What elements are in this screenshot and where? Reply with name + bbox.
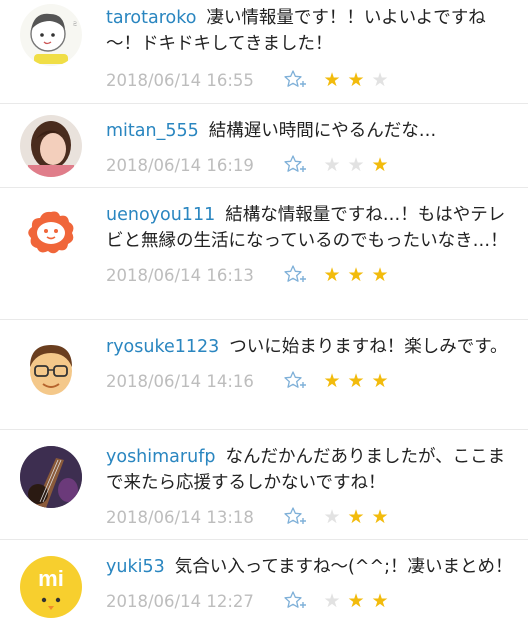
comment-item: mi yuki53 気合い入ってますね～(^^;！凄いまとめ！ 2018/06/1… [0,540,528,640]
star-icon: ★ [347,154,365,176]
username-link[interactable]: ryosuke1123 [106,337,219,357]
star-icon: ★ [323,264,341,286]
comment-date: 2018/06/14 12:27 [106,591,254,611]
username-link[interactable]: yoshimarufp [106,447,215,467]
username-link[interactable]: mitan_555 [106,121,199,141]
star-icon: ★ [323,590,341,612]
comment-meta: 2018/06/14 16:19 ★ ★ ★ [106,152,514,178]
rating-stars: ★ ★ ★ [320,69,392,91]
comment-meta: 2018/06/14 12:27 ★ ★ ★ [106,588,514,614]
comment-text: yoshimarufp なんだかんだありましたが、ここまで来たら応援するしかないで… [106,447,506,493]
cartoon-face-avatar[interactable]: ミ [20,4,82,66]
comment-item: mitan_555 結構遅い時間にやるんだな… 2018/06/14 16:19 … [0,104,528,188]
orange-face-avatar[interactable] [20,202,82,264]
star-plus-icon[interactable] [284,154,306,176]
star-icon: ★ [323,154,341,176]
photo-woman-avatar[interactable] [20,115,82,177]
comment-text: tarotaroko 凄い情報量です！！いよいよですね～！ドキドキしてきました！ [106,8,486,54]
comment-date: 2018/06/14 16:19 [106,155,254,175]
username-link[interactable]: tarotaroko [106,8,196,28]
star-icon: ★ [371,506,389,528]
svg-text:ミ: ミ [72,21,78,28]
comment-list: ミ tarotaroko 凄い情報量です！！いよいよですね～！ドキドキしてきました… [0,0,528,640]
comment-text: yuki53 気合い入ってますね～(^^;！凄いまとめ！ [106,557,513,577]
comment-date: 2018/06/14 14:16 [106,371,254,391]
comment-meta: 2018/06/14 16:13 ★ ★ ★ [106,262,514,288]
star-plus-icon[interactable] [284,506,306,528]
comment-item: yoshimarufp なんだかんだありましたが、ここまで来たら応援するしかないで… [0,430,528,540]
comment-meta: 2018/06/14 16:55 ★ ★ ★ [106,67,514,93]
star-icon: ★ [323,506,341,528]
rating-stars: ★ ★ ★ [320,506,392,528]
star-icon: ★ [371,264,389,286]
star-plus-icon[interactable] [284,69,306,91]
comment-text: ryosuke1123 ついに始まりますね！楽しみです。 [106,337,508,357]
star-icon: ★ [347,590,365,612]
comment-item: uenoyou111 結構な情報量ですね…！もはやテレビと無縁の生活になっているの… [0,188,528,320]
guitar-photo-avatar[interactable] [20,446,82,508]
star-plus-icon[interactable] [284,590,306,612]
comment-text: uenoyou111 結構な情報量ですね…！もはやテレビと無縁の生活になっているの… [106,205,508,251]
username-link[interactable]: yuki53 [106,557,165,577]
star-plus-icon[interactable] [284,264,306,286]
username-link[interactable]: uenoyou111 [106,205,215,225]
star-icon: ★ [323,69,341,91]
rating-stars: ★ ★ ★ [320,154,392,176]
comment-item: ミ tarotaroko 凄い情報量です！！いよいよですね～！ドキドキしてきました… [0,0,528,104]
comment-meta: 2018/06/14 14:16 ★ ★ ★ [106,368,514,394]
star-icon: ★ [371,370,389,392]
glasses-man-avatar[interactable] [20,337,82,399]
rating-stars: ★ ★ ★ [320,370,392,392]
star-icon: ★ [347,69,365,91]
svg-text:mi: mi [38,566,64,591]
comment-date: 2018/06/14 16:13 [106,265,254,285]
star-icon: ★ [371,590,389,612]
comment-text: mitan_555 結構遅い時間にやるんだな… [106,121,437,141]
star-icon: ★ [371,69,389,91]
comment-meta: 2018/06/14 13:18 ★ ★ ★ [106,504,514,530]
mi-logo-avatar[interactable]: mi [20,556,82,618]
rating-stars: ★ ★ ★ [320,590,392,612]
star-plus-icon[interactable] [284,370,306,392]
rating-stars: ★ ★ ★ [320,264,392,286]
star-icon: ★ [323,370,341,392]
star-icon: ★ [347,264,365,286]
comment-date: 2018/06/14 16:55 [106,70,254,90]
comment-item: ryosuke1123 ついに始まりますね！楽しみです。 2018/06/14 1… [0,320,528,430]
star-icon: ★ [371,154,389,176]
star-icon: ★ [347,506,365,528]
star-icon: ★ [347,370,365,392]
comment-date: 2018/06/14 13:18 [106,507,254,527]
